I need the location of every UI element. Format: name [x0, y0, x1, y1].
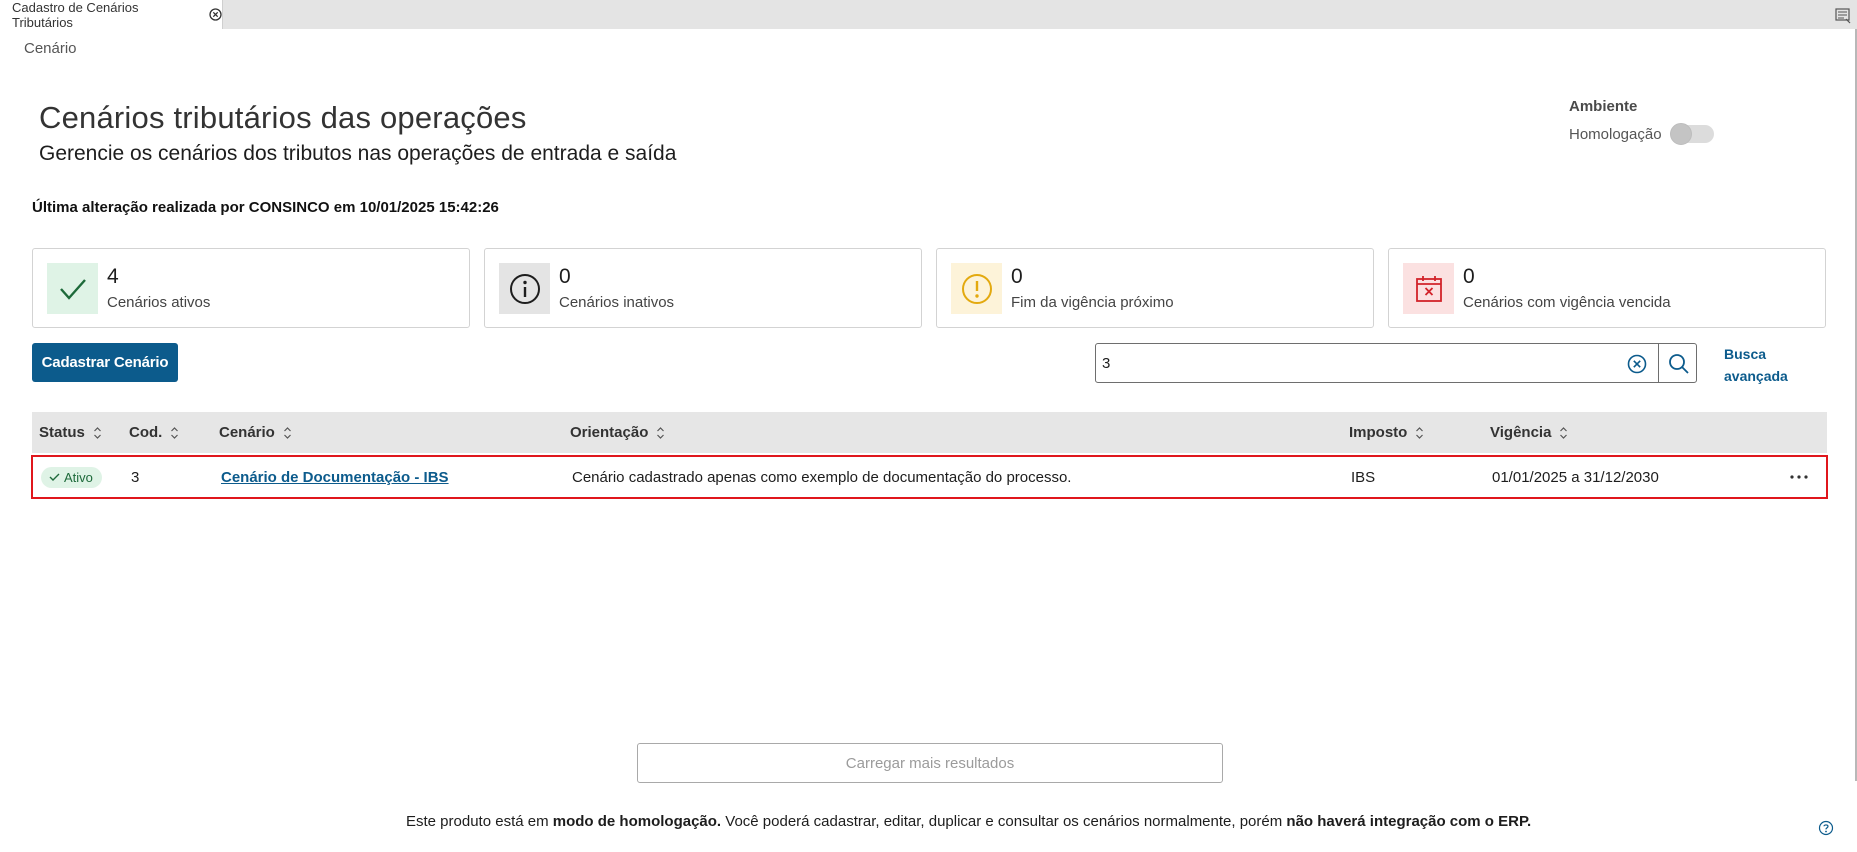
column-orientation[interactable]: Orientação	[570, 412, 665, 453]
sort-icon	[656, 426, 665, 440]
column-status[interactable]: Status	[39, 412, 102, 453]
card-count: 0	[559, 265, 571, 288]
cell-scenario: Cenário de Documentação - IBS	[221, 457, 449, 497]
column-scenario[interactable]: Cenário	[219, 412, 292, 453]
card-count: 0	[1011, 265, 1023, 288]
warning-icon	[951, 263, 1002, 314]
sort-icon	[283, 426, 292, 440]
toggle-knob	[1669, 123, 1692, 145]
new-scenario-button[interactable]: Cadastrar Cenário	[32, 343, 178, 382]
advanced-search-link[interactable]: Busca avançada	[1724, 343, 1788, 387]
card-expired-validity[interactable]: 0 Cenários com vigência vencida	[1388, 248, 1826, 328]
column-validity[interactable]: Vigência	[1490, 412, 1568, 453]
table-header: Status Cod. Cenário Orientação Imposto V…	[32, 412, 1827, 453]
sort-icon	[1415, 426, 1424, 440]
footer-note: Este produto está em modo de homologação…	[406, 813, 1531, 830]
footer-bold-2: não haverá integração com o ERP.	[1286, 813, 1532, 830]
help-icon[interactable]	[1818, 820, 1834, 836]
card-label: Cenários ativos	[107, 294, 211, 311]
sort-icon	[93, 426, 102, 440]
footer-text-1: Este produto está em	[406, 813, 553, 830]
page-title: Cenários tributários das operações	[39, 100, 527, 135]
environment-row: Homologação	[1569, 123, 1714, 145]
cell-code: 3	[131, 468, 140, 486]
check-small-icon	[49, 470, 60, 485]
table-row[interactable]: Ativo 3 Cenário de Documentação - IBS Ce…	[31, 455, 1828, 499]
card-label: Cenários com vigência vencida	[1463, 294, 1671, 311]
card-active-scenarios[interactable]: 4 Cenários ativos	[32, 248, 470, 328]
close-icon[interactable]	[209, 8, 222, 21]
advanced-search-line2: avançada	[1724, 368, 1788, 384]
column-label: Imposto	[1349, 424, 1408, 441]
advanced-search-line1: Busca	[1724, 346, 1767, 362]
load-more-button[interactable]: Carregar mais resultados	[637, 743, 1223, 783]
more-options-icon[interactable]	[1788, 466, 1810, 488]
cell-validity: 01/01/2025 a 31/12/2030	[1492, 468, 1659, 486]
tab-title: Cadastro de Cenários Tributários	[12, 0, 139, 30]
search-input[interactable]	[1102, 352, 1602, 374]
footer-bold-1: modo de homologação.	[552, 813, 722, 830]
sort-icon	[170, 426, 179, 440]
page-subtitle: Gerencie os cenários dos tributos nas op…	[39, 142, 677, 165]
card-label: Cenários inativos	[559, 294, 675, 311]
breadcrumb: Cenário	[24, 40, 77, 57]
column-label: Cod.	[129, 424, 163, 441]
footer-text-2: Você poderá cadastrar, editar, duplicar …	[721, 813, 1287, 830]
status-badge: Ativo	[41, 467, 102, 488]
search-icon[interactable]	[1667, 352, 1691, 376]
column-label: Cenário	[219, 424, 275, 441]
card-inactive-scenarios[interactable]: 0 Cenários inativos	[484, 248, 922, 328]
tab-cadastro-cenarios[interactable]: Cadastro de Cenários Tributários	[0, 0, 223, 30]
card-count: 0	[1463, 265, 1475, 288]
card-validity-ending-soon[interactable]: 0 Fim da vigência próximo	[936, 248, 1374, 328]
search-box	[1095, 343, 1697, 383]
card-label: Fim da vigência próximo	[1011, 294, 1174, 311]
environment-mode-label: Homologação	[1569, 125, 1662, 143]
cell-tax: IBS	[1351, 468, 1376, 486]
window-list-icon[interactable]	[1834, 6, 1852, 24]
cell-orientation: Cenário cadastrado apenas como exemplo d…	[572, 468, 1072, 486]
search-divider	[1658, 344, 1659, 382]
check-icon	[47, 263, 98, 314]
scenario-link[interactable]: Cenário de Documentação - IBS	[221, 469, 449, 486]
column-label: Orientação	[570, 424, 649, 441]
environment-label: Ambiente	[1569, 98, 1638, 115]
status-text: Ativo	[64, 470, 93, 485]
calendar-x-icon	[1403, 263, 1454, 314]
card-count: 4	[107, 265, 119, 288]
column-tax[interactable]: Imposto	[1349, 412, 1424, 453]
column-code[interactable]: Cod.	[129, 412, 179, 453]
last-change-info: Última alteração realizada por CONSINCO …	[32, 199, 499, 216]
sort-icon	[1559, 426, 1568, 440]
column-label: Status	[39, 424, 85, 441]
environment-panel: Ambiente Homologação	[1569, 98, 1714, 145]
environment-toggle[interactable]	[1669, 123, 1714, 145]
clear-icon[interactable]	[1626, 353, 1648, 375]
column-label: Vigência	[1490, 424, 1552, 441]
tab-bar: Cadastro de Cenários Tributários	[0, 0, 1857, 30]
info-icon	[499, 263, 550, 314]
